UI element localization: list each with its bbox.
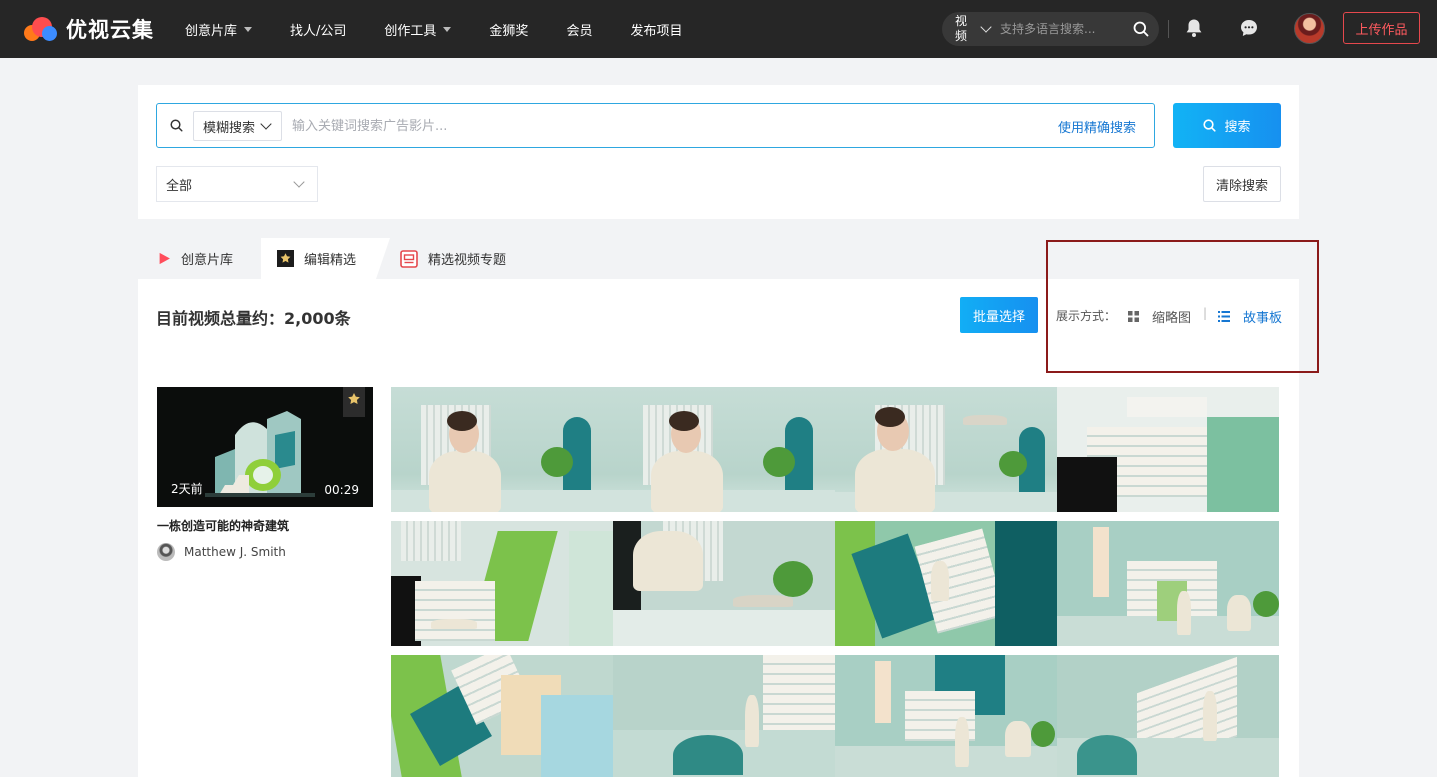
nav-item-creation-tools[interactable]: 创作工具 (384, 20, 452, 39)
search-mode-select[interactable]: 模糊搜索 (193, 111, 282, 141)
batch-select-button[interactable]: 批量选择 (960, 297, 1038, 333)
search-button[interactable]: 搜索 (1173, 103, 1281, 148)
video-age: 2天前 (171, 482, 203, 496)
grid-icon (1128, 311, 1139, 322)
author-name: Matthew J. Smith (184, 545, 286, 559)
caret-down-icon (244, 26, 253, 32)
search-button-label: 搜索 (1224, 120, 1251, 135)
nav-item-label: 会员 (566, 23, 593, 39)
search-mode-value: 模糊搜索 (203, 120, 256, 136)
search-icon[interactable] (1133, 21, 1149, 37)
list-icon (1218, 311, 1230, 322)
storyboard-frame[interactable] (613, 387, 835, 512)
search-type-select[interactable]: 视频 (950, 14, 972, 44)
user-avatar[interactable] (1294, 13, 1325, 44)
main-nav: 创意片库 找人/公司 创作工具 金狮奖 会员 发布项目 (185, 0, 720, 58)
nav-item-membership[interactable]: 会员 (566, 20, 592, 39)
video-thumbnail[interactable]: 2天前 00:29 (157, 387, 373, 507)
site-logo[interactable]: 优视云集 (24, 12, 154, 46)
storyboard-grid[interactable] (391, 387, 1282, 777)
tab-creative-library[interactable]: 创意片库 (138, 238, 261, 279)
nav-item-golden-lion[interactable]: 金狮奖 (489, 20, 528, 39)
view-thumbnail-label: 缩略图 (1152, 311, 1192, 326)
precise-search-link[interactable]: 使用精确搜索 (1058, 117, 1136, 136)
nav-item-creative-library[interactable]: 创意片库 (185, 20, 253, 39)
video-title[interactable]: 一栋创造可能的神奇建筑 (157, 517, 289, 534)
nav-item-label: 金狮奖 (489, 23, 529, 39)
tab-editors-pick[interactable]: 编辑精选 (261, 238, 390, 279)
topic-icon (400, 249, 418, 268)
cloud-logo-icon (24, 17, 58, 41)
video-duration: 00:29 (324, 483, 359, 497)
video-total-count: 目前视频总量约：2,000条 (156, 309, 351, 328)
building-thumbnail-image (205, 405, 315, 497)
nav-item-label: 创作工具 (384, 23, 437, 39)
tab-featured-topics[interactable]: 精选视频专题 (398, 238, 538, 279)
video-author[interactable]: Matthew J. Smith (157, 543, 286, 561)
nav-item-publish-project[interactable]: 发布项目 (630, 20, 682, 39)
nav-item-find-people[interactable]: 找人/公司 (290, 20, 346, 39)
caret-down-icon (443, 26, 452, 32)
tab-label: 精选视频专题 (428, 253, 507, 268)
storyboard-frame[interactable] (1057, 655, 1279, 777)
editors-pick-badge (343, 387, 365, 417)
play-icon (159, 252, 170, 265)
search-icon (1203, 119, 1217, 132)
nav-item-label: 发布项目 (630, 23, 683, 39)
divider (1168, 20, 1169, 38)
author-avatar (157, 543, 175, 561)
tab-label: 创意片库 (181, 253, 234, 268)
display-mode-label: 展示方式： (1056, 309, 1117, 323)
top-search-bar: 视频 (942, 12, 1159, 46)
chevron-down-icon[interactable] (980, 21, 992, 33)
nav-item-label: 创意片库 (185, 23, 238, 39)
storyboard-frame[interactable] (835, 521, 1057, 646)
category-value: 全部 (166, 178, 193, 194)
storyboard-frame[interactable] (613, 521, 835, 646)
keyword-search-input[interactable] (292, 116, 992, 136)
clear-search-button[interactable]: 清除搜索 (1203, 166, 1281, 202)
storyboard-frame[interactable] (391, 655, 613, 777)
tab-bar: 创意片库 编辑精选 精选视频专题 (138, 238, 1299, 279)
storyboard-frame[interactable] (391, 521, 613, 646)
tab-label: 编辑精选 (304, 253, 357, 268)
storyboard-frame[interactable] (835, 387, 1057, 512)
upload-work-button[interactable]: 上传作品 (1343, 12, 1420, 44)
main-search-box: 模糊搜索 使用精确搜索 (156, 103, 1155, 148)
storyboard-frame[interactable] (613, 655, 835, 777)
category-select[interactable]: 全部 (156, 166, 318, 202)
chevron-down-icon (260, 118, 272, 130)
award-icon (277, 250, 294, 267)
view-separator: | (1203, 306, 1208, 320)
chat-icon[interactable] (1239, 18, 1259, 38)
search-icon (170, 119, 183, 132)
logo-text: 优视云集 (66, 18, 154, 42)
view-storyboard-label: 故事板 (1243, 311, 1283, 326)
storyboard-frame[interactable] (1057, 387, 1279, 512)
nav-item-label: 找人/公司 (290, 23, 347, 39)
search-panel: 模糊搜索 使用精确搜索 搜索 全部 清除搜索 (138, 85, 1299, 219)
view-storyboard-option[interactable]: 故事板 (1218, 307, 1282, 326)
view-thumbnail-option[interactable]: 缩略图 (1128, 307, 1191, 326)
storyboard-frame[interactable] (1057, 521, 1279, 646)
storyboard-frame[interactable] (835, 655, 1057, 777)
storyboard-frame[interactable] (391, 387, 613, 512)
chevron-down-icon (293, 176, 305, 188)
top-search-input[interactable] (1000, 22, 1118, 36)
award-icon (348, 393, 360, 404)
bell-icon[interactable] (1185, 18, 1203, 38)
top-nav-bar: 优视云集 创意片库 找人/公司 创作工具 金狮奖 会员 发布项目 视频 上传作品 (0, 0, 1437, 58)
